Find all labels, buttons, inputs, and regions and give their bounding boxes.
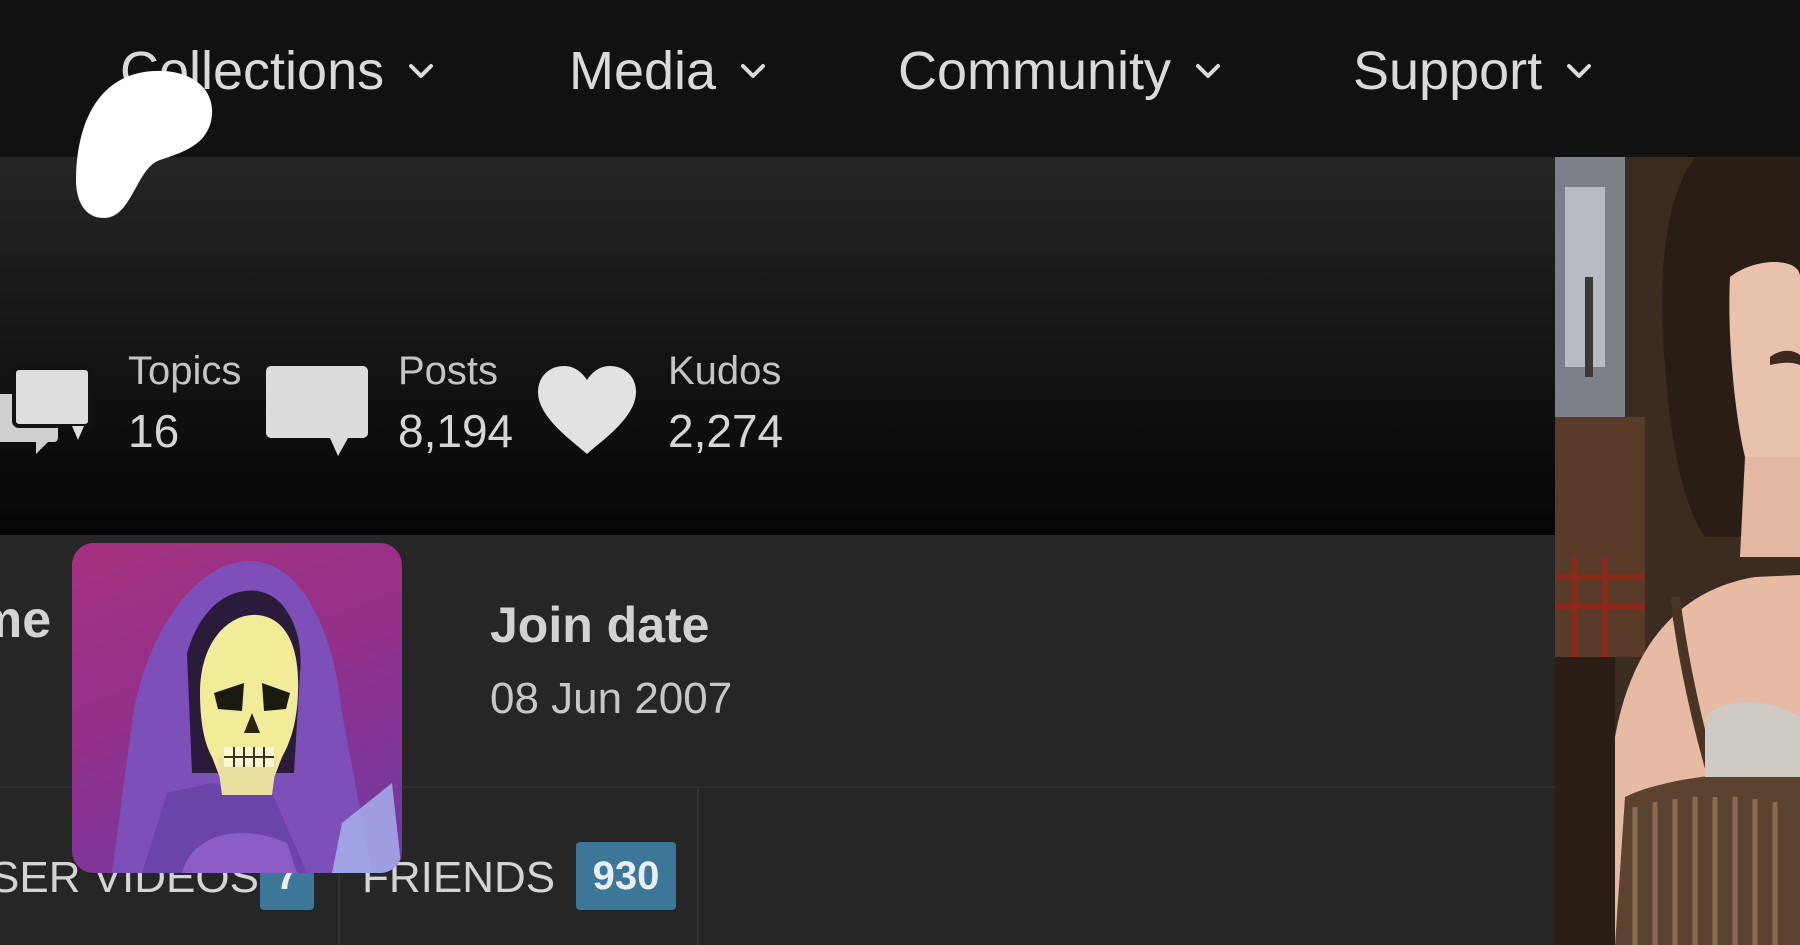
nav-media-label: Media <box>569 41 717 101</box>
join-date-value: 08 Jun 2007 <box>490 674 733 723</box>
kudos-value: 2,274 <box>668 405 784 457</box>
nav-community[interactable]: Community <box>898 38 1223 104</box>
nav-support[interactable]: Support <box>1353 38 1594 104</box>
profile-banner <box>0 157 1555 535</box>
join-date-label: Join date <box>490 597 710 653</box>
kudos-label: Kudos <box>668 349 782 393</box>
avatar[interactable] <box>72 543 402 873</box>
topics-speech-bubbles-icon <box>0 366 98 454</box>
nav-support-label: Support <box>1353 41 1543 101</box>
topics-label: Topics <box>128 349 242 393</box>
nav-media[interactable]: Media <box>569 38 768 104</box>
nav-community-label: Community <box>898 41 1172 101</box>
chevron-down-icon <box>1193 56 1223 86</box>
topics-value: 16 <box>128 405 180 457</box>
username-label: me <box>0 591 52 649</box>
tab-friends-count-badge: 930 <box>576 842 676 910</box>
posts-value: 8,194 <box>398 405 514 457</box>
chevron-down-icon <box>406 56 436 86</box>
featured-image[interactable] <box>1555 157 1800 945</box>
chevron-down-icon <box>738 56 768 86</box>
posts-speech-bubble-icon <box>266 366 370 456</box>
posts-label: Posts <box>398 349 499 393</box>
chevron-down-icon <box>1564 56 1594 86</box>
top-navigation: Collections Media Community Support <box>0 0 1800 157</box>
heart-icon <box>536 366 638 456</box>
tab-divider <box>697 786 699 945</box>
patreon-logo-icon[interactable] <box>74 70 214 218</box>
